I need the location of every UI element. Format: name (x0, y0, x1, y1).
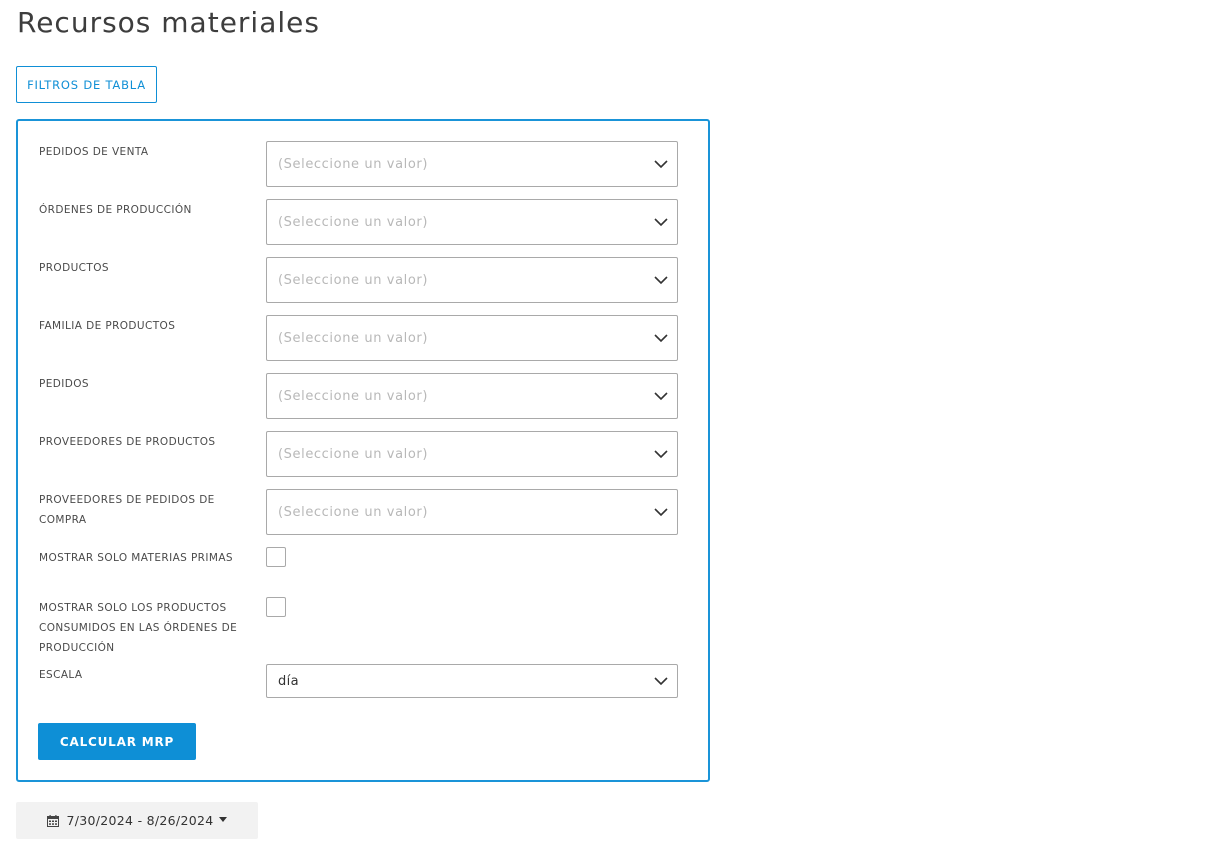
orders-label: PEDIDOS (39, 378, 89, 390)
purchase-order-suppliers-placeholder: (Seleccione un valor) (278, 504, 429, 520)
consumed-products-only-checkbox[interactable] (266, 597, 286, 617)
orders-select[interactable]: (Seleccione un valor) (266, 373, 678, 419)
raw-materials-only-checkbox[interactable] (266, 547, 286, 567)
product-suppliers-select[interactable]: (Seleccione un valor) (266, 431, 678, 477)
filter-panel: PEDIDOS DE VENTA (Seleccione un valor) Ó… (16, 119, 710, 782)
calculate-mrp-button[interactable]: CALCULAR MRP (38, 723, 196, 760)
production-orders-placeholder: (Seleccione un valor) (278, 214, 429, 230)
chevron-down-icon (654, 392, 668, 401)
product-family-select[interactable]: (Seleccione un valor) (266, 315, 678, 361)
chevron-down-icon (654, 508, 668, 517)
consumed-products-only-label: MOSTRAR SOLO LOS PRODUCTOS CONSUMIDOS EN… (39, 602, 238, 654)
sales-orders-placeholder: (Seleccione un valor) (278, 156, 429, 172)
chevron-down-icon (654, 450, 668, 459)
chevron-down-icon (654, 334, 668, 343)
product-family-label: FAMILIA DE PRODUCTOS (39, 320, 176, 332)
sales-orders-label: PEDIDOS DE VENTA (39, 146, 149, 158)
calendar-icon (46, 814, 59, 827)
caret-down-icon (219, 817, 228, 822)
production-orders-select[interactable]: (Seleccione un valor) (266, 199, 678, 245)
product-family-placeholder: (Seleccione un valor) (278, 330, 429, 346)
sales-orders-select[interactable]: (Seleccione un valor) (266, 141, 678, 187)
chevron-down-icon (654, 677, 668, 686)
products-placeholder: (Seleccione un valor) (278, 272, 429, 288)
purchase-order-suppliers-label: PROVEEDORES DE PEDIDOS DE COMPRA (39, 494, 215, 526)
product-suppliers-placeholder: (Seleccione un valor) (278, 446, 429, 462)
scale-value: día (278, 673, 300, 689)
purchase-order-suppliers-select[interactable]: (Seleccione un valor) (266, 489, 678, 535)
scale-label: ESCALA (39, 669, 83, 681)
production-orders-label: ÓRDENES DE PRODUCCIÓN (39, 204, 192, 216)
raw-materials-only-label: MOSTRAR SOLO MATERIAS PRIMAS (39, 552, 233, 564)
chevron-down-icon (654, 276, 668, 285)
date-range-value: 7/30/2024 - 8/26/2024 (66, 813, 214, 828)
table-filters-button[interactable]: FILTROS DE TABLA (16, 66, 157, 103)
chevron-down-icon (654, 160, 668, 169)
date-range-picker[interactable]: 7/30/2024 - 8/26/2024 (16, 802, 258, 839)
products-label: PRODUCTOS (39, 262, 109, 274)
product-suppliers-label: PROVEEDORES DE PRODUCTOS (39, 436, 216, 448)
orders-placeholder: (Seleccione un valor) (278, 388, 429, 404)
chevron-down-icon (654, 218, 668, 227)
scale-select[interactable]: día (266, 664, 678, 698)
page-title: Recursos materiales (17, 6, 320, 39)
products-select[interactable]: (Seleccione un valor) (266, 257, 678, 303)
